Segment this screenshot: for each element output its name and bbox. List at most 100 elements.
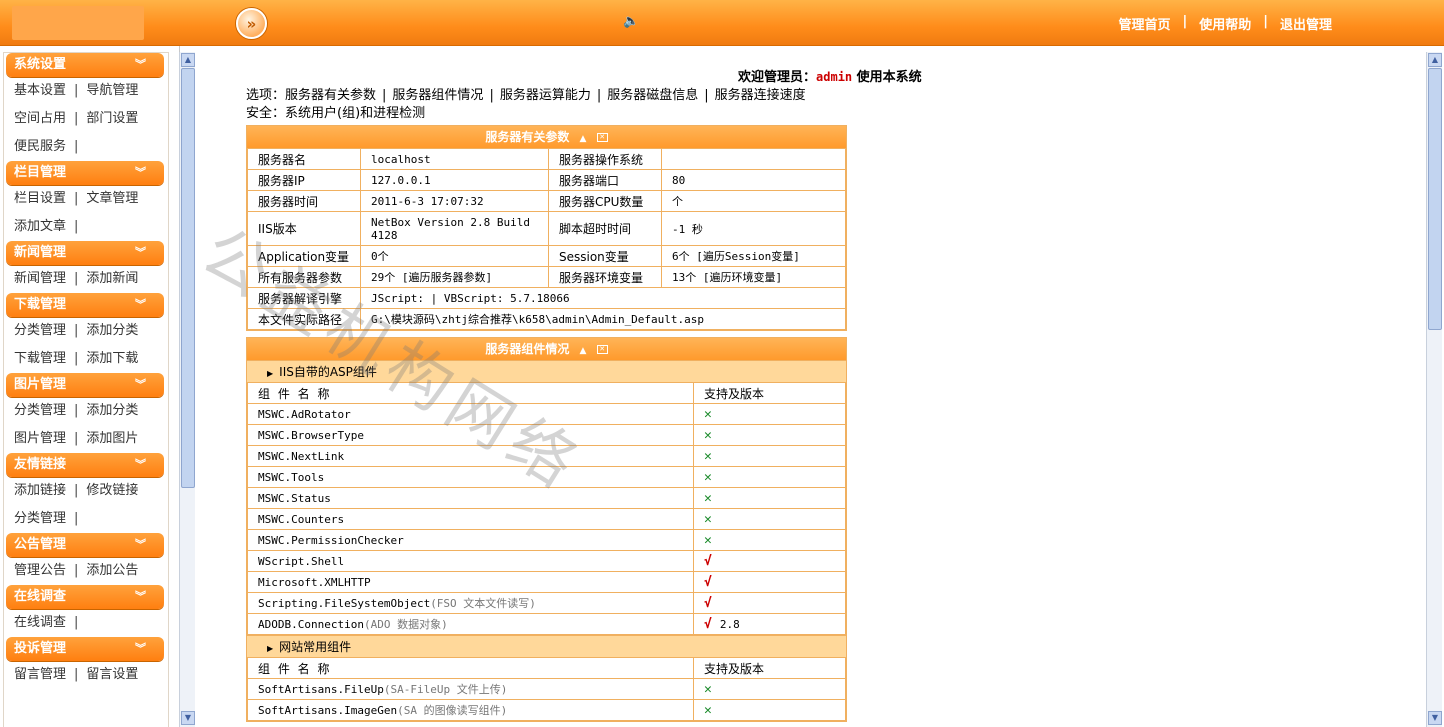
table-row: MSWC.Counters ✕ xyxy=(247,508,846,530)
left-scrollbar[interactable]: ▲ ▼ xyxy=(179,52,195,727)
menu-link[interactable]: 部门设置 xyxy=(86,111,138,126)
menu-link[interactable]: 在线调查 xyxy=(14,615,66,630)
close-icon[interactable]: ✕ xyxy=(596,345,608,354)
option-link[interactable]: 服务器运算能力 xyxy=(500,88,591,103)
menu-link[interactable]: 空间占用 xyxy=(14,111,66,126)
param-value: 127.0.0.1 xyxy=(360,169,549,191)
group-header[interactable]: ▶ 网站常用组件 xyxy=(247,635,846,657)
scroll-down-icon[interactable]: ▼ xyxy=(181,711,195,725)
scroll-thumb[interactable] xyxy=(181,68,195,488)
option-link[interactable]: 服务器有关参数 xyxy=(285,88,376,103)
support-cell: ✕ xyxy=(693,445,846,467)
logo xyxy=(12,6,144,40)
separator: | xyxy=(74,667,79,682)
menu-link[interactable]: 添加分类 xyxy=(86,403,138,418)
menu-link[interactable]: 修改链接 xyxy=(86,483,138,498)
separator: | xyxy=(74,431,79,446)
menu-section-header[interactable]: 栏目管理 ︾ xyxy=(6,161,164,185)
double-chevron-down-icon[interactable]: ︾ xyxy=(135,637,146,661)
separator: | xyxy=(74,511,79,526)
scroll-up-icon[interactable]: ▲ xyxy=(1428,53,1442,67)
menu-row: 便民服务 | xyxy=(4,133,168,161)
menu-link[interactable]: 导航管理 xyxy=(86,83,138,98)
menu-section-header[interactable]: 公告管理 ︾ xyxy=(6,533,164,557)
separator: | xyxy=(74,323,79,338)
menu-row: 分类管理 | xyxy=(4,505,168,533)
menu-link[interactable]: 下载管理 xyxy=(14,351,66,366)
welcome-suffix: 使用本系统 xyxy=(852,70,922,85)
component-cell: MSWC.Tools xyxy=(247,466,694,488)
component-name: MSWC.Status xyxy=(258,491,331,505)
param-row: 所有服务器参数 29个 [遍历服务器参数] 服务器环境变量 13个 [遍历环境变量] xyxy=(247,266,846,288)
components-table: 组 件 名 称支持及版本 SoftArtisans.FileUp(SA-FileU… xyxy=(247,657,846,721)
menu-link[interactable]: 新闻管理 xyxy=(14,271,66,286)
collapse-icon[interactable]: ▲ xyxy=(580,346,587,356)
menu-section-header[interactable]: 系统设置 ︾ xyxy=(6,53,164,77)
menu-link[interactable]: 基本设置 xyxy=(14,83,66,98)
menu-link[interactable]: 分类管理 xyxy=(14,403,66,418)
double-chevron-down-icon[interactable]: ︾ xyxy=(135,453,146,477)
menu-link[interactable]: 添加下载 xyxy=(86,351,138,366)
menu-link[interactable]: 留言设置 xyxy=(86,667,138,682)
component-name: ADODB.Connection xyxy=(258,618,364,631)
left-menu: 系统设置 ︾ 基本设置 | 导航管理 空间占用 | 部门设置 便民服务 | 栏目管理 ︾ 栏目设置 | 文章… xyxy=(0,46,180,727)
cross-icon: ✕ xyxy=(704,406,712,422)
menu-link[interactable]: 分类管理 xyxy=(14,511,66,526)
option-link[interactable]: 服务器磁盘信息 xyxy=(607,88,698,103)
separator: | xyxy=(74,403,79,418)
scroll-thumb[interactable] xyxy=(1428,68,1442,330)
menu-section-header[interactable]: 下载管理 ︾ xyxy=(6,293,164,317)
double-chevron-down-icon[interactable]: ︾ xyxy=(135,241,146,265)
support-cell: √ xyxy=(693,550,846,572)
menu-link[interactable]: 添加公告 xyxy=(86,563,138,578)
top-link-help[interactable]: 使用帮助 xyxy=(1199,14,1251,33)
column-header: 组 件 名 称 xyxy=(247,382,694,404)
cross-icon: ✕ xyxy=(704,532,712,548)
menu-link[interactable]: 分类管理 xyxy=(14,323,66,338)
double-chevron-down-icon[interactable]: ︾ xyxy=(135,533,146,557)
double-chevron-right-icon[interactable]: » xyxy=(236,8,267,39)
menu-link[interactable]: 管理公告 xyxy=(14,563,66,578)
option-link[interactable]: 服务器组件情况 xyxy=(392,88,483,103)
close-icon[interactable]: ✕ xyxy=(596,133,608,142)
double-chevron-down-icon[interactable]: ︾ xyxy=(135,585,146,609)
menu-row: 新闻管理 | 添加新闻 xyxy=(4,265,168,293)
component-cell: Microsoft.XMLHTTP xyxy=(247,571,694,593)
menu-link[interactable]: 添加新闻 xyxy=(86,271,138,286)
double-chevron-down-icon[interactable]: ︾ xyxy=(135,53,146,77)
table-row: ADODB.Connection(ADO 数据对象) √ 2.8 xyxy=(247,613,846,635)
double-chevron-down-icon[interactable]: ︾ xyxy=(135,373,146,397)
param-value: 13个 [遍历环境变量] xyxy=(661,266,846,288)
menu-link[interactable]: 添加链接 xyxy=(14,483,66,498)
group-header[interactable]: ▶ IIS自带的ASP组件 xyxy=(247,360,846,382)
check-icon: √ xyxy=(704,553,712,569)
menu-section-header[interactable]: 图片管理 ︾ xyxy=(6,373,164,397)
menu-link[interactable]: 添加图片 xyxy=(86,431,138,446)
collapse-icon[interactable]: ▲ xyxy=(580,134,587,144)
menu-link[interactable]: 图片管理 xyxy=(14,431,66,446)
scroll-up-icon[interactable]: ▲ xyxy=(181,53,195,67)
menu-section-header[interactable]: 新闻管理 ︾ xyxy=(6,241,164,265)
menu-section-header[interactable]: 投诉管理 ︾ xyxy=(6,637,164,661)
menu-link[interactable]: 文章管理 xyxy=(86,191,138,206)
option-link[interactable]: 服务器连接速度 xyxy=(715,88,806,103)
menu-link[interactable]: 添加分类 xyxy=(86,323,138,338)
param-label: 服务器CPU数量 xyxy=(548,190,662,212)
menu-link[interactable]: 添加文章 xyxy=(14,219,66,234)
menu-section-header[interactable]: 友情链接 ︾ xyxy=(6,453,164,477)
right-scrollbar[interactable]: ▲ ▼ xyxy=(1426,52,1442,727)
support-cell: √ xyxy=(693,571,846,593)
param-value: 29个 [遍历服务器参数] xyxy=(360,266,549,288)
double-chevron-down-icon[interactable]: ︾ xyxy=(135,293,146,317)
menu-link[interactable]: 便民服务 xyxy=(14,139,66,154)
menu-link[interactable]: 留言管理 xyxy=(14,667,66,682)
component-name: Microsoft.XMLHTTP xyxy=(258,575,371,589)
menu-section-header[interactable]: 在线调查 ︾ xyxy=(6,585,164,609)
top-link-home[interactable]: 管理首页 xyxy=(1118,14,1170,33)
double-chevron-down-icon[interactable]: ︾ xyxy=(135,161,146,185)
scroll-down-icon[interactable]: ▼ xyxy=(1428,711,1442,725)
top-link-logout[interactable]: 退出管理 xyxy=(1280,14,1332,33)
safety-link[interactable]: 安全：系统用户(组)和进程检测 xyxy=(246,102,425,121)
menu-link[interactable]: 栏目设置 xyxy=(14,191,66,206)
component-note: (ADO 数据对象) xyxy=(363,618,448,631)
